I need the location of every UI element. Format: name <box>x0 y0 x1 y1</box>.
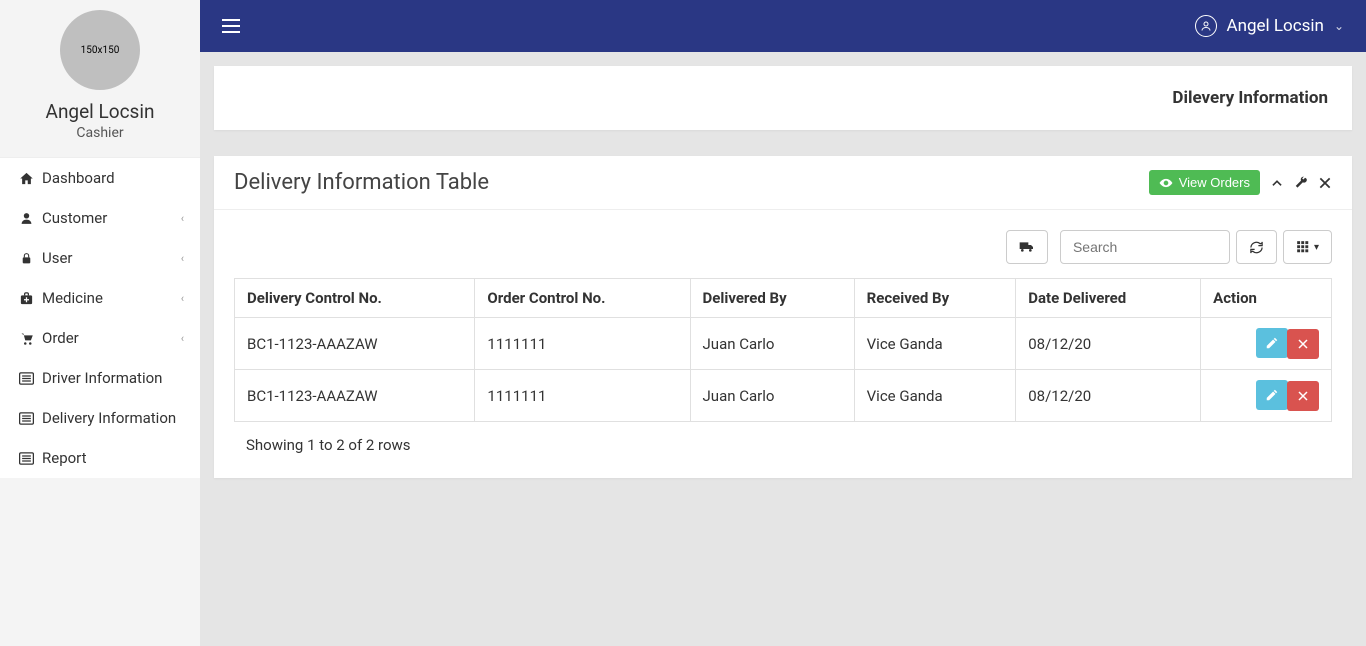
edit-icon <box>1265 336 1279 350</box>
columns-button[interactable]: ▾ <box>1283 230 1332 264</box>
sidebar-item-label: User <box>42 249 73 267</box>
sidebar-item-label: Medicine <box>42 289 103 307</box>
delete-button[interactable] <box>1287 381 1319 411</box>
cell-received_by: Vice Ganda <box>854 318 1016 370</box>
edit-button[interactable] <box>1256 328 1288 358</box>
medkit-icon <box>18 291 34 306</box>
user-menu[interactable]: Angel Locsin ⌄ <box>1195 15 1345 37</box>
grid-icon <box>1296 240 1310 254</box>
x-icon <box>1297 338 1309 350</box>
breadcrumb-title: Dilevery Information <box>1172 88 1328 108</box>
cell-delivered_by: Juan Carlo <box>690 370 854 422</box>
cell-date: 08/12/20 <box>1016 370 1201 422</box>
cell-order_no: 1111111 <box>475 370 690 422</box>
profile-role: Cashier <box>0 125 200 141</box>
sidebar-item-label: Report <box>42 449 87 467</box>
hamburger-icon <box>222 19 240 33</box>
sidebar-item-order[interactable]: Order ‹ <box>0 318 200 358</box>
breadcrumb: Dilevery Information <box>214 66 1352 130</box>
caret-down-icon: ▾ <box>1314 242 1319 253</box>
topbar: Angel Locsin ⌄ <box>200 0 1366 52</box>
sidebar-item-label: Customer <box>42 209 107 227</box>
truck-icon <box>1019 240 1035 254</box>
cell-delivery_no: BC1-1123-AAAZAW <box>235 370 475 422</box>
chevron-left-icon: ‹ <box>181 332 184 345</box>
edit-button[interactable] <box>1256 380 1288 410</box>
list-icon <box>18 452 34 465</box>
avatar: 150x150 <box>60 10 140 90</box>
panel: Delivery Information Table View Orders <box>214 156 1352 478</box>
sidebar-item-label: Driver Information <box>42 369 162 387</box>
panel-tools: View Orders <box>1149 170 1332 195</box>
column-header[interactable]: Delivery Control No. <box>235 279 475 318</box>
chevron-down-icon: ⌄ <box>1334 19 1344 33</box>
column-header[interactable]: Action <box>1201 279 1332 318</box>
sidebar-item-label: Dashboard <box>42 169 115 187</box>
sidebar-item-label: Delivery Information <box>42 409 176 427</box>
view-orders-label: View Orders <box>1179 175 1250 190</box>
cell-action <box>1201 318 1332 370</box>
list-icon <box>18 412 34 425</box>
sidebar-item-user[interactable]: User ‹ <box>0 238 200 278</box>
close-icon[interactable] <box>1318 176 1332 190</box>
panel-head: Delivery Information Table View Orders <box>214 156 1352 210</box>
search-input[interactable] <box>1073 239 1217 255</box>
chevron-left-icon: ‹ <box>181 292 184 305</box>
wrench-icon[interactable] <box>1294 176 1308 190</box>
sidebar-item-label: Order <box>42 329 79 347</box>
topbar-user-name: Angel Locsin <box>1227 16 1324 36</box>
cell-received_by: Vice Ganda <box>854 370 1016 422</box>
delete-button[interactable] <box>1287 329 1319 359</box>
eye-icon <box>1159 176 1173 190</box>
user-avatar-icon <box>1195 15 1217 37</box>
sidebar-item-medicine[interactable]: Medicine ‹ <box>0 278 200 318</box>
cell-action <box>1201 370 1332 422</box>
panel-title: Delivery Information Table <box>234 170 489 195</box>
nav: Dashboard Customer ‹ User ‹ Medicine ‹ Order ‹ Dr… <box>0 157 200 478</box>
menu-toggle-button[interactable] <box>222 19 240 33</box>
refresh-icon <box>1249 240 1264 255</box>
view-orders-button[interactable]: View Orders <box>1149 170 1260 195</box>
column-header[interactable]: Received By <box>854 279 1016 318</box>
main: Angel Locsin ⌄ Dilevery Information Deli… <box>200 0 1366 646</box>
cell-delivery_no: BC1-1123-AAAZAW <box>235 318 475 370</box>
cell-order_no: 1111111 <box>475 318 690 370</box>
list-icon <box>18 372 34 385</box>
sidebar-item-delivery-information[interactable]: Delivery Information <box>0 398 200 438</box>
column-header[interactable]: Delivered By <box>690 279 854 318</box>
lock-icon <box>18 251 34 266</box>
delivery-table: Delivery Control No.Order Control No.Del… <box>234 278 1332 422</box>
sidebar-profile: 150x150 Angel Locsin Cashier <box>0 0 200 157</box>
column-header[interactable]: Order Control No. <box>475 279 690 318</box>
table-footer: Showing 1 to 2 of 2 rows <box>234 422 1332 458</box>
truck-filter-button[interactable] <box>1006 230 1048 264</box>
cart-icon <box>18 331 34 346</box>
refresh-button[interactable] <box>1236 230 1277 264</box>
chevron-left-icon: ‹ <box>181 252 184 265</box>
sidebar-item-driver-information[interactable]: Driver Information <box>0 358 200 398</box>
collapse-icon[interactable] <box>1270 176 1284 190</box>
sidebar-item-dashboard[interactable]: Dashboard <box>0 158 200 198</box>
cell-delivered_by: Juan Carlo <box>690 318 854 370</box>
table-toolbar: ▾ <box>234 230 1332 264</box>
table-row: BC1-1123-AAAZAW1111111Juan CarloVice Gan… <box>235 370 1332 422</box>
user-icon <box>18 211 34 226</box>
home-icon <box>18 171 34 186</box>
table-row: BC1-1123-AAAZAW1111111Juan CarloVice Gan… <box>235 318 1332 370</box>
x-icon <box>1297 390 1309 402</box>
sidebar: 150x150 Angel Locsin Cashier Dashboard Cu… <box>0 0 200 646</box>
sidebar-item-report[interactable]: Report <box>0 438 200 478</box>
cell-date: 08/12/20 <box>1016 318 1201 370</box>
chevron-left-icon: ‹ <box>181 212 184 225</box>
edit-icon <box>1265 388 1279 402</box>
profile-name: Angel Locsin <box>0 100 200 123</box>
sidebar-item-customer[interactable]: Customer ‹ <box>0 198 200 238</box>
column-header[interactable]: Date Delivered <box>1016 279 1201 318</box>
search-input-wrap <box>1060 230 1230 264</box>
